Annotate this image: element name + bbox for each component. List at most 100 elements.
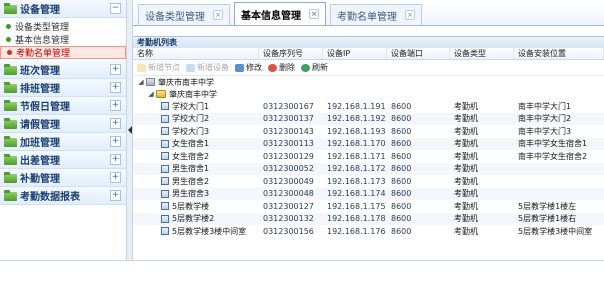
collapse-toggle[interactable]: −	[110, 3, 121, 14]
table-row[interactable]: 男生宿舍2 0312300049 192.168.1.173 8600 考勤机	[133, 175, 604, 188]
device-icon	[161, 127, 169, 136]
ip-cell: 192.168.1.171	[327, 151, 386, 161]
port-cell: 8600	[391, 151, 412, 161]
device-name: 男生宿舍2	[172, 176, 210, 186]
ip-cell: 192.168.1.175	[327, 201, 386, 211]
expand-toggle[interactable]: +	[110, 154, 121, 165]
menu-device-management[interactable]: 设备管理 −	[0, 0, 126, 18]
menu-title: 出差管理	[20, 156, 60, 167]
serial-cell: 0312300127	[263, 201, 314, 211]
expand-toggle[interactable]: +	[110, 118, 121, 129]
serial-cell: 0312300137	[263, 114, 314, 124]
refresh-button[interactable]: 刷新	[301, 62, 328, 73]
table-row[interactable]: 女生宿舍1 0312300113 192.168.1.170 8600 考勤机 南丰中学女…	[133, 137, 604, 150]
add-node-button[interactable]: 新增节点	[137, 62, 180, 73]
menu-business-trip-management[interactable]: 出差管理 +	[0, 151, 126, 169]
tab-label: 基本信息管理	[241, 10, 301, 22]
device-icon	[161, 227, 169, 236]
menu-shift-management[interactable]: 班次管理 +	[0, 61, 126, 79]
main-content: 设备类型管理 × 基本信息管理 × 考勤名单管理 × 考勤机列表 名称 设备序列…	[133, 0, 604, 260]
tab-device-type[interactable]: 设备类型管理 ×	[138, 4, 230, 25]
serial-cell: 0312300048	[263, 189, 314, 199]
folder-icon	[4, 136, 17, 147]
column-header-location[interactable]: 设备安装位置	[514, 48, 604, 59]
device-name-cell: 男生宿舍3	[133, 188, 259, 199]
table-row[interactable]: 5层教学楼2 0312300132 192.168.1.178 8600 考勤机 5层教学…	[133, 212, 604, 225]
tree-expand-icon[interactable]: ◢	[137, 78, 145, 86]
device-name: 学校大门1	[172, 101, 210, 111]
device-icon	[161, 214, 169, 223]
menu-schedule-management[interactable]: 排班管理 +	[0, 79, 126, 97]
close-icon[interactable]: ×	[213, 10, 223, 20]
collapse-arrow-icon[interactable]	[128, 126, 132, 134]
table-row[interactable]: 女生宿舍2 0312300129 192.168.1.171 8600 考勤机 南丰中学女…	[133, 150, 604, 163]
device-name: 学校大门2	[172, 114, 210, 124]
menu-leave-management[interactable]: 请假管理 +	[0, 115, 126, 133]
close-icon[interactable]: ×	[405, 10, 415, 20]
menu-title: 请假管理	[20, 120, 60, 131]
type-cell: 考勤机	[454, 114, 478, 124]
expand-toggle[interactable]: +	[110, 100, 121, 111]
add-device-button[interactable]: 新增设备	[186, 62, 229, 73]
type-cell: 考勤机	[454, 214, 478, 224]
submenu-device-type[interactable]: 设备类型管理	[0, 20, 126, 33]
menu-attendance-report[interactable]: 考勤数据报表 +	[0, 187, 126, 205]
tree-child-node[interactable]: ◢ 肇庆南丰中学	[133, 88, 604, 100]
submenu-basic-info[interactable]: 基本信息管理	[0, 33, 126, 46]
type-cell: 考勤机	[454, 164, 478, 174]
table-row[interactable]: 5层教学楼 0312300127 192.168.1.175 8600 考勤机 5层教学楼…	[133, 200, 604, 213]
ip-cell: 192.168.1.176	[327, 226, 386, 236]
menu-overtime-management[interactable]: 加班管理 +	[0, 133, 126, 151]
tree-expand-icon[interactable]: ◢	[147, 90, 155, 98]
close-icon[interactable]: ×	[309, 9, 319, 19]
menu-makeup-attendance[interactable]: 补勤管理 +	[0, 169, 126, 187]
column-header-name[interactable]: 名称	[133, 48, 259, 59]
device-icon	[161, 139, 169, 148]
location-cell: 南丰中学女生宿舍1	[518, 139, 588, 149]
tab-basic-info[interactable]: 基本信息管理 ×	[234, 2, 326, 25]
delete-button[interactable]: 删除	[268, 62, 295, 73]
submenu-attendance-list[interactable]: 考勤名单管理	[0, 46, 126, 59]
menu-title: 考勤数据报表	[20, 192, 80, 203]
tree-root-node[interactable]: ◢ 肇庆市南丰中学	[133, 76, 604, 88]
device-name-cell: 学校大门2	[133, 113, 259, 124]
table-row[interactable]: 男生宿舍3 0312300048 192.168.1.174 8600 考勤机	[133, 187, 604, 200]
device-name-cell: 学校大门3	[133, 126, 259, 137]
expand-toggle[interactable]: +	[110, 136, 121, 147]
device-name: 男生宿舍3	[172, 189, 210, 199]
serial-cell: 0312300167	[263, 101, 314, 111]
column-header-port[interactable]: 设备端口	[387, 48, 450, 59]
port-cell: 8600	[391, 101, 412, 111]
menu-holiday-management[interactable]: 节假日管理 +	[0, 97, 126, 115]
sidebar-splitter[interactable]	[126, 0, 133, 260]
device-icon	[161, 114, 169, 123]
column-header-ip[interactable]: 设备IP	[323, 48, 387, 59]
expand-toggle[interactable]: +	[110, 172, 121, 183]
table-row[interactable]: 男生宿舍1 0312300052 192.168.1.172 8600 考勤机	[133, 162, 604, 175]
table-row[interactable]: 5层教学楼3楼中间室 0312300156 192.168.1.176 8600 考勤机…	[133, 225, 604, 238]
device-submenu: 设备类型管理 基本信息管理 考勤名单管理	[0, 18, 126, 61]
ip-cell: 192.168.1.178	[327, 214, 386, 224]
ip-cell: 192.168.1.172	[327, 164, 386, 174]
expand-toggle[interactable]: +	[110, 82, 121, 93]
column-header-serial[interactable]: 设备序列号	[259, 48, 323, 59]
ip-cell: 192.168.1.174	[327, 189, 386, 199]
port-cell: 8600	[391, 114, 412, 124]
serial-cell: 0312300156	[263, 226, 314, 236]
tab-attendance-list[interactable]: 考勤名单管理 ×	[330, 4, 422, 25]
location-cell: 5层教学楼1楼左	[518, 201, 577, 211]
expand-toggle[interactable]: +	[110, 64, 121, 75]
serial-cell: 0312300113	[263, 139, 314, 149]
expand-toggle[interactable]: +	[110, 190, 121, 201]
device-name: 男生宿舍1	[172, 164, 210, 174]
edit-button[interactable]: 修改	[235, 62, 262, 73]
table-row[interactable]: 学校大门2 0312300137 192.168.1.192 8600 考勤机 南丰中学大…	[133, 112, 604, 125]
submenu-label: 设备类型管理	[15, 23, 70, 33]
table-row[interactable]: 学校大门1 0312300167 192.168.1.191 8600 考勤机 南丰中学大…	[133, 100, 604, 113]
port-cell: 8600	[391, 226, 412, 236]
device-name-cell: 5层教学楼2	[133, 213, 259, 224]
column-header-type[interactable]: 设备类型	[450, 48, 514, 59]
pencil-icon	[235, 63, 244, 72]
table-row[interactable]: 学校大门3 0312300143 192.168.1.193 8600 考勤机 南丰中学大…	[133, 125, 604, 138]
device-icon	[161, 102, 169, 111]
